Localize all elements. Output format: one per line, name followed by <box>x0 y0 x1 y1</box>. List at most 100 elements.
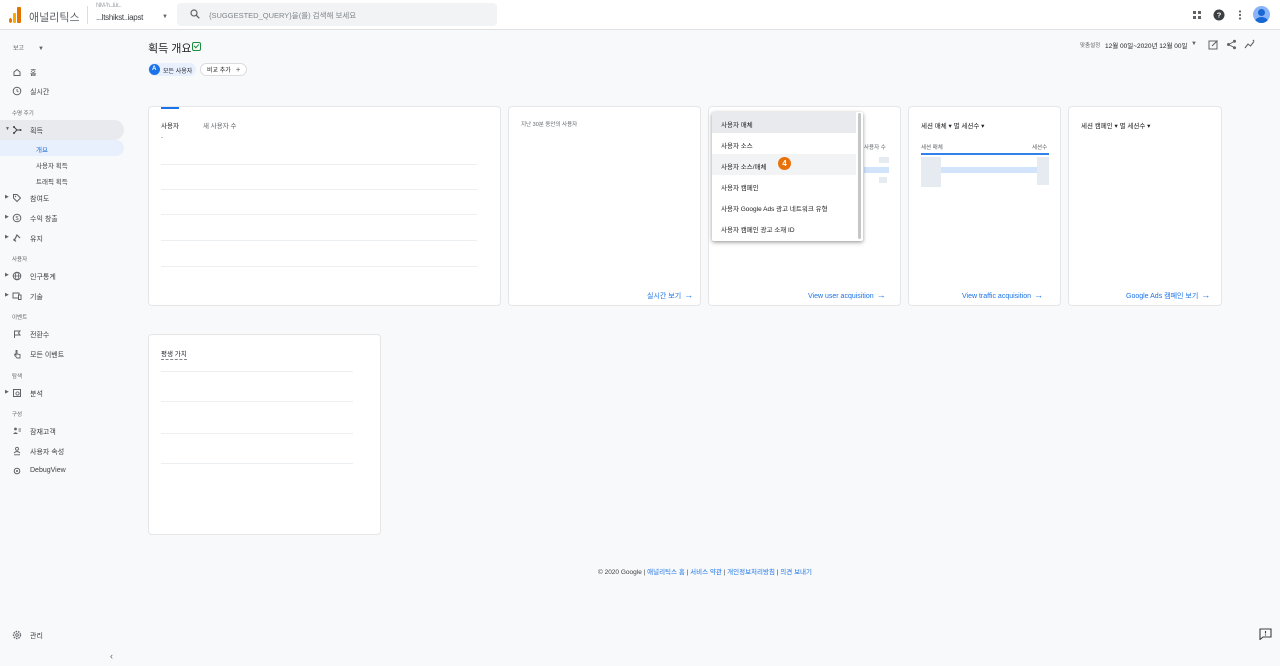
gridline <box>161 401 353 402</box>
sidebar-item-label: 수익 창출 <box>30 216 58 223</box>
arrow-right-icon: → <box>1034 290 1043 300</box>
sidebar-item-audiences[interactable]: 잠재고객 <box>0 421 124 441</box>
sidebar-item-conversions[interactable]: 전환수 <box>0 324 124 344</box>
copyright-text: © 2020 Google | <box>597 569 648 576</box>
feedback-icon[interactable] <box>1259 628 1272 640</box>
avatar[interactable] <box>1253 6 1270 23</box>
sidebar-item-tech[interactable]: ▶ 기술 <box>0 286 124 306</box>
menu-item-user-medium[interactable]: 사용자 매체 <box>712 112 856 133</box>
sidebar-item-user-acquisition[interactable]: 사용자 획득 <box>0 156 124 172</box>
sidebar-item-demographics[interactable]: ▶ 인구통계 <box>0 266 124 286</box>
sidebar-item-retention[interactable]: ▶ 유지 <box>0 228 124 248</box>
acquisition-icon <box>13 126 22 134</box>
sidebar-item-label: 참여도 <box>30 196 50 203</box>
report-selector[interactable]: 보고 ▼ <box>13 43 44 52</box>
gridline <box>161 433 353 434</box>
metric-placeholder: - <box>161 135 163 141</box>
edit-report-icon[interactable] <box>1208 39 1219 50</box>
search-icon <box>190 9 200 19</box>
sidebar-item-acquisition[interactable]: ▼ 획득 <box>0 120 124 140</box>
step-badge: 4 <box>778 157 791 170</box>
menu-item-user-campaign[interactable]: 사용자 캠페인 <box>712 175 856 196</box>
arrow-right-icon: → <box>1201 290 1211 300</box>
view-realtime-link[interactable]: 실시간 보기 → <box>647 290 693 301</box>
apps-grid-icon[interactable] <box>1190 8 1204 22</box>
chevron-down-icon: ▼ <box>38 46 44 52</box>
sidebar-item-engagement[interactable]: ▶ 참여도 <box>0 188 124 208</box>
menu-item-label: 사용자 Google Ads 광고 네트워크 유형 <box>721 206 828 213</box>
gridline <box>161 214 477 215</box>
view-traffic-acquisition-link[interactable]: View traffic acquisition → <box>962 290 1043 300</box>
menu-item-user-campaign-creative-id[interactable]: 사용자 캠페인 광고 소재 ID <box>712 217 856 238</box>
account-name: NM-'h...li.ir... <box>96 3 122 9</box>
footer-link-terms[interactable]: 서비스 약관 <box>690 569 722 576</box>
sidebar-item-monetization[interactable]: ▶ $ 수익 창출 <box>0 208 124 228</box>
sidebar-item-all-events[interactable]: 모든 이벤트 <box>0 344 124 364</box>
top-bar: 애널리틱스 NM-'h...li.ir... ...ltshikst..iaps… <box>0 0 1280 30</box>
menu-item-user-source[interactable]: 사용자 소스 <box>712 133 856 154</box>
more-vert-icon[interactable] <box>1233 8 1247 22</box>
session-campaign-title[interactable]: 세션 캠페인 ▾ 별 세션수 ▾ <box>1081 120 1150 130</box>
realtime-card: 지난 30분 동안의 사용자 실시간 보기 → <box>508 106 701 306</box>
comparison-chip-all-users[interactable]: 모든 사용자 <box>148 63 197 76</box>
section-events: 이벤트 <box>12 315 28 321</box>
session-medium-title[interactable]: 세션 매체 ▾ 별 세션수 ▾ <box>921 120 984 130</box>
metric-column-label: 사용자 수 <box>864 145 886 151</box>
help-icon[interactable]: ? <box>1212 8 1226 22</box>
analytics-logo-icon[interactable] <box>9 7 21 23</box>
touch-icon <box>13 350 21 359</box>
sidebar-item-user-properties[interactable]: 사용자 속성 <box>0 441 124 461</box>
collapse-sidebar-icon[interactable]: ‹ <box>110 651 113 661</box>
expand-arrow-icon: ▶ <box>5 389 9 395</box>
arrow-right-icon: → <box>876 290 886 300</box>
expand-arrow-icon: ▶ <box>5 272 9 278</box>
session-campaign-card: 세션 캠페인 ▾ 별 세션수 ▾ Google Ads 캠페인 보기 → <box>1068 106 1222 306</box>
sidebar-item-analysis[interactable]: ▶ 분석 <box>0 383 124 403</box>
menu-item-user-source-medium[interactable]: 사용자 소스/매체 4 <box>712 154 856 175</box>
link-label: 실시간 보기 <box>647 293 682 300</box>
sidebar-item-debugview[interactable]: DebugView <box>0 461 124 481</box>
tab-new-users[interactable]: 새 사용자 수 <box>203 120 237 130</box>
page-title: 획득 개요 <box>148 43 192 55</box>
audience-icon <box>13 427 21 434</box>
redacted-value <box>879 157 889 163</box>
menu-item-label: 사용자 소스 <box>721 143 753 150</box>
footer-link-feedback[interactable]: 의견 보내기 <box>780 569 812 576</box>
sidebar-item-label: 실시간 <box>30 89 50 96</box>
menu-item-user-google-ads-network-type[interactable]: 사용자 Google Ads 광고 네트워크 유형 <box>712 196 856 217</box>
home-icon <box>13 68 21 76</box>
add-comparison-label: 비교 추가 <box>207 68 231 74</box>
chip-label: 모든 사용자 <box>163 68 193 75</box>
tab-users[interactable]: 사용자 <box>161 120 179 130</box>
date-range-picker[interactable]: 12월 00일~2020년 12월 00일 <box>1105 40 1188 50</box>
sidebar-item-traffic-acquisition[interactable]: 트래픽 획득 <box>0 172 124 188</box>
account-selector[interactable]: NM-'h...li.ir... ...ltshikst..iapst ▼ <box>96 3 168 25</box>
sidebar-item-label: 잠재고객 <box>30 429 56 436</box>
expand-arrow-icon: ▶ <box>5 194 9 200</box>
share-icon[interactable] <box>1226 39 1237 50</box>
footer-link-privacy[interactable]: 개인정보처리방침 <box>727 569 775 576</box>
chevron-down-icon[interactable]: ▼ <box>1191 41 1197 47</box>
search-placeholder: {SUGGESTED_QUERY}을(를) 검색해 보세요 <box>209 11 357 20</box>
sidebar-item-label: 획득 <box>30 128 43 135</box>
search-input[interactable]: {SUGGESTED_QUERY}을(를) 검색해 보세요 <box>177 3 497 26</box>
view-google-ads-campaigns-link[interactable]: Google Ads 캠페인 보기 → <box>1126 290 1210 301</box>
section-lifecycle: 수명 주기 <box>12 111 34 117</box>
gridline <box>161 240 477 241</box>
lifetime-value-title[interactable]: 평생 가치 <box>161 348 187 360</box>
view-user-acquisition-link[interactable]: View user acquisition → <box>808 290 886 300</box>
add-comparison-button[interactable]: 비교 추가 + <box>200 63 248 76</box>
sidebar-item-admin[interactable]: 관리 <box>0 625 124 645</box>
sidebar-item-acquisition-overview[interactable]: 개요 <box>0 140 124 156</box>
sessions-column: 세션수 <box>1032 145 1048 151</box>
insights-icon[interactable] <box>1244 39 1255 50</box>
footer-link-analytics-home[interactable]: 애널리틱스 홈 <box>647 569 685 576</box>
session-medium-column: 세션 매체 <box>921 145 943 151</box>
app-title[interactable]: 애널리틱스 <box>29 9 80 25</box>
users-card: 사용자 새 사용자 수 - <box>148 106 501 306</box>
link-label: View traffic acquisition <box>962 293 1031 300</box>
sidebar-item-home[interactable]: 홈 <box>0 62 124 82</box>
verified-icon[interactable] <box>192 42 201 51</box>
sidebar-item-realtime[interactable]: 실시간 <box>0 81 124 101</box>
menu-scrollbar[interactable] <box>858 113 861 239</box>
